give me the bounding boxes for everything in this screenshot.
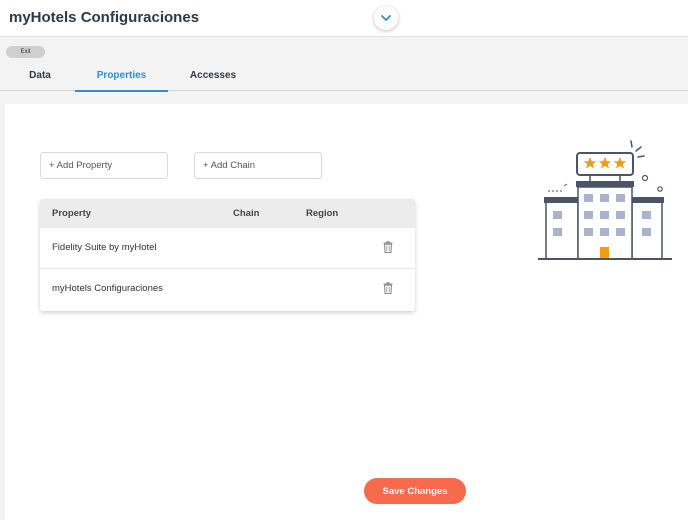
column-header-property: Property <box>52 208 92 219</box>
tab-accesses[interactable]: Accesses <box>180 60 246 91</box>
collapse-button[interactable] <box>374 6 398 30</box>
top-header: myHotels Configuraciones <box>0 0 688 37</box>
properties-table: Property Chain Region Fidelity Suite by … <box>40 199 415 311</box>
app-title: myHotels Configuraciones <box>9 9 200 26</box>
tab-properties[interactable]: Properties <box>75 60 168 92</box>
properties-panel: + Add Property + Add Chain Property Chai… <box>5 104 688 520</box>
tab-data[interactable]: Data <box>14 60 66 91</box>
tab-bar: Data Properties Accesses <box>0 60 688 92</box>
save-changes-button[interactable]: Save Changes <box>364 478 466 504</box>
chevron-down-icon <box>381 14 391 21</box>
hotel-illustration <box>538 140 672 260</box>
table-header: Property Chain Region <box>40 199 415 228</box>
column-header-chain: Chain <box>233 208 260 219</box>
add-property-input[interactable]: + Add Property <box>40 152 168 179</box>
table-row: Fidelity Suite by myHotel <box>40 228 415 269</box>
column-header-region: Region <box>306 208 339 219</box>
add-chain-input[interactable]: + Add Chain <box>194 152 322 179</box>
property-name-cell: Fidelity Suite by myHotel <box>52 242 157 253</box>
trash-icon[interactable] <box>383 241 393 253</box>
property-name-cell: myHotels Configuraciones <box>52 283 163 294</box>
trash-icon[interactable] <box>383 282 393 294</box>
table-row: myHotels Configuraciones <box>40 269 415 310</box>
exit-button[interactable]: Exit <box>6 46 45 58</box>
